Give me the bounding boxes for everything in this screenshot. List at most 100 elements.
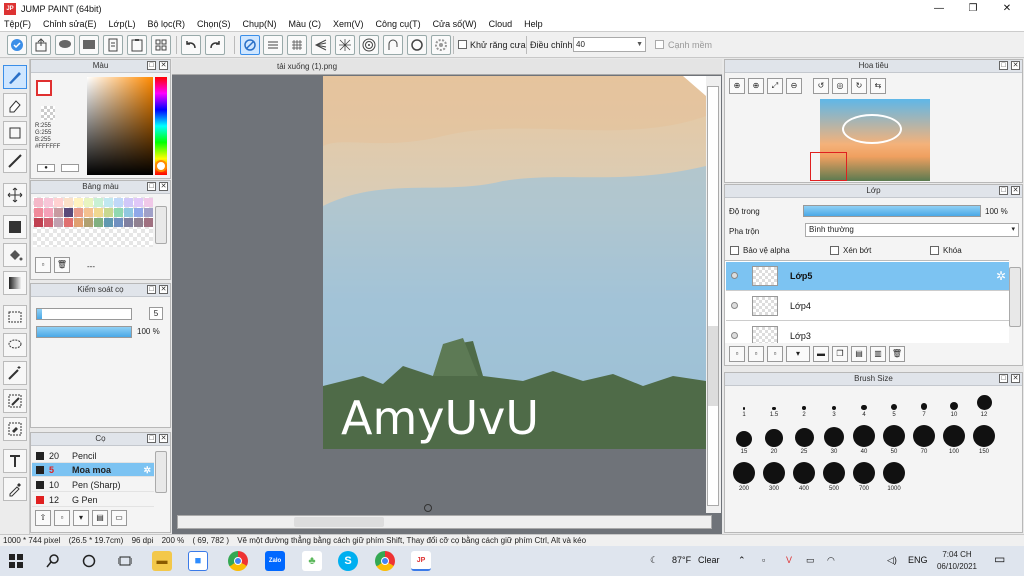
snap-settings-button[interactable]	[431, 35, 451, 55]
delete-palette-button[interactable]: 🗑	[54, 257, 70, 273]
undock-icon[interactable]: □	[999, 374, 1008, 383]
grid-select-button[interactable]	[151, 35, 171, 55]
circle-snap-button[interactable]	[407, 35, 427, 55]
canvas-horizontal-scrollbar[interactable]	[177, 515, 712, 529]
search-button[interactable]	[43, 551, 63, 571]
visibility-icon[interactable]	[731, 302, 738, 309]
layer-opacity-slider[interactable]	[803, 205, 981, 217]
brush-size-option[interactable]: 1	[729, 388, 759, 418]
brush-size-option[interactable]: 40	[849, 425, 879, 455]
eraser-tool[interactable]	[3, 93, 27, 117]
palette-swatch[interactable]	[43, 217, 53, 227]
undock-icon[interactable]: □	[147, 61, 156, 70]
menu-filter[interactable]: Bộ lọc(R)	[147, 19, 185, 29]
new-palette-button[interactable]: ▫	[35, 257, 51, 273]
brush-size-option[interactable]: 50	[879, 425, 909, 455]
layer-list-scrollbar[interactable]	[1009, 267, 1021, 327]
brush-size-option[interactable]: 100	[939, 425, 969, 455]
brush-size-option[interactable]: 20	[759, 425, 789, 455]
gradient-tool[interactable]	[3, 271, 27, 295]
brush-size-option[interactable]: 1000	[879, 462, 909, 492]
eyedropper-tool[interactable]	[3, 477, 27, 501]
undock-icon[interactable]: □	[999, 61, 1008, 70]
palette-swatch[interactable]	[133, 197, 143, 207]
palette-swatch[interactable]	[63, 207, 73, 217]
saturation-value-picker[interactable]	[87, 77, 153, 175]
brush-size-option[interactable]: 200	[729, 462, 759, 492]
clock[interactable]: 7:04 CH 06/10/2021	[932, 549, 982, 573]
brush-size-option[interactable]: 300	[759, 462, 789, 492]
rotate-left-button[interactable]: ↺	[813, 78, 829, 94]
palette-swatch[interactable]	[63, 197, 73, 207]
brush-row[interactable]: 12 G Pen	[32, 493, 154, 507]
visibility-icon[interactable]	[731, 272, 738, 279]
visibility-icon[interactable]	[731, 332, 738, 339]
menu-edit[interactable]: Chỉnh sửa(E)	[43, 19, 97, 29]
display-icon[interactable]: ▭	[806, 555, 815, 566]
parallel-snap-button[interactable]	[263, 35, 283, 55]
comment-button[interactable]	[55, 35, 75, 55]
background-color-swatch[interactable]	[41, 106, 55, 120]
rectangle-tool[interactable]	[3, 121, 27, 145]
copy-brush-button[interactable]: ▾	[73, 510, 89, 526]
navigator-viewport-rect[interactable]	[810, 152, 847, 181]
brush-opacity-slider[interactable]	[36, 326, 132, 338]
clipboard-button[interactable]	[127, 35, 147, 55]
chrome-button[interactable]	[228, 551, 248, 571]
brush-size-option[interactable]: 3	[819, 388, 849, 418]
brush-row-selected[interactable]: 5 Moa moa ✲	[32, 463, 154, 477]
palette-swatch[interactable]	[113, 217, 123, 227]
layer-type-dropdown[interactable]: ▾	[786, 346, 810, 362]
lasso-tool[interactable]	[3, 333, 27, 357]
gear-icon[interactable]: ✲	[143, 463, 151, 477]
brush-size-option[interactable]: 12	[969, 388, 999, 418]
hue-handle[interactable]	[155, 160, 167, 172]
palette-swatch[interactable]	[123, 217, 133, 227]
palette-swatch[interactable]	[43, 207, 53, 217]
gear-icon[interactable]: ✲	[996, 269, 1006, 283]
antialias-checkbox[interactable]	[458, 40, 467, 49]
palette-swatch[interactable]	[83, 217, 93, 227]
blend-mode-dropdown[interactable]: Bình thường ▾	[805, 223, 1019, 237]
brush-size-option[interactable]: 70	[909, 425, 939, 455]
chevron-up-icon[interactable]: ⌃	[738, 555, 746, 566]
new-layer-alt-button[interactable]: ▫	[748, 346, 764, 362]
speaker-icon[interactable]: ◁)	[887, 555, 897, 566]
close-icon[interactable]: ✕	[159, 434, 168, 443]
maximize-button[interactable]: ❐	[956, 0, 990, 17]
menu-view[interactable]: Xem(V)	[333, 19, 364, 29]
palette-swatch[interactable]	[73, 197, 83, 207]
brush-row[interactable]: 20 Pencil	[32, 449, 154, 463]
palette-swatch[interactable]	[53, 197, 63, 207]
brush-folder-button[interactable]: ▭	[111, 510, 127, 526]
fit-button[interactable]: ⤢	[767, 78, 783, 94]
vanishing-point-button[interactable]	[311, 35, 331, 55]
brush-size-option[interactable]: 2	[789, 388, 819, 418]
merge-layer-button[interactable]: ❐	[832, 346, 848, 362]
chrome-profile-button[interactable]	[375, 551, 395, 571]
close-icon[interactable]: ✕	[159, 61, 168, 70]
merge-down-button[interactable]: ▤	[851, 346, 867, 362]
menu-window[interactable]: Cửa số(W)	[433, 19, 477, 29]
palette-swatch[interactable]	[93, 207, 103, 217]
document-tab[interactable]: tải xuống (1).png	[277, 62, 337, 71]
palette-swatch[interactable]	[113, 207, 123, 217]
weather-temp[interactable]: 87°F	[672, 555, 691, 565]
canvas-vertical-scrollbar[interactable]	[706, 76, 721, 513]
magic-wand-tool[interactable]	[3, 361, 27, 385]
document-canvas[interactable]: AmyUvU	[323, 76, 706, 449]
lock-checkbox[interactable]	[930, 246, 939, 255]
foreground-color-swatch[interactable]	[36, 80, 52, 96]
close-button[interactable]: ✕	[990, 0, 1024, 17]
no-snap-button[interactable]	[240, 35, 260, 55]
export-button[interactable]	[31, 35, 51, 55]
palette-swatch[interactable]	[93, 217, 103, 227]
curve-snap-button[interactable]	[383, 35, 403, 55]
concentric-snap-button[interactable]	[359, 35, 379, 55]
bucket-tool[interactable]	[3, 243, 27, 267]
zoom-in-button[interactable]: ⊕	[729, 78, 745, 94]
layer-folder-button[interactable]: ▬	[813, 346, 829, 362]
input-language[interactable]: ENG	[908, 555, 928, 565]
soft-edge-checkbox[interactable]	[655, 40, 664, 49]
move-tool[interactable]	[3, 183, 27, 207]
